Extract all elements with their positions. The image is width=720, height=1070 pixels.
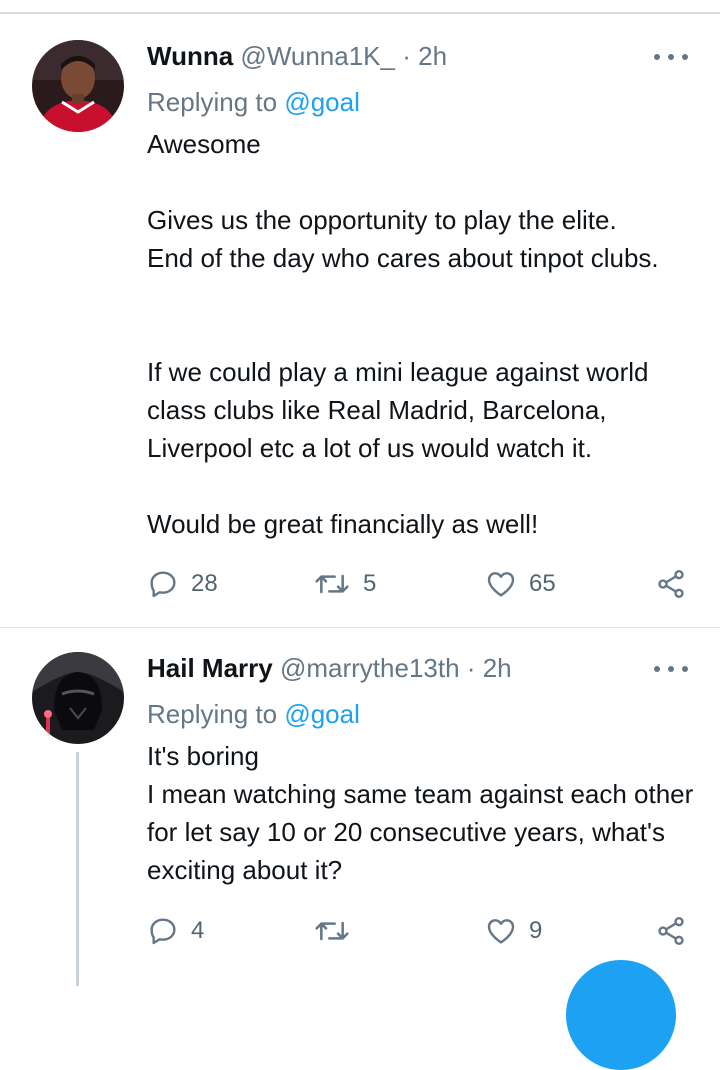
- retweet-button[interactable]: [313, 911, 363, 951]
- display-name[interactable]: Hail Marry: [147, 653, 273, 683]
- heart-icon: [487, 572, 515, 597]
- share-button[interactable]: [655, 911, 687, 951]
- tweet-paragraph: If we could play a mini league against w…: [147, 357, 649, 463]
- tweet-actions: 4 9: [147, 911, 697, 951]
- heart-icon: [487, 919, 515, 944]
- replying-to: Replying to @goal: [147, 697, 360, 731]
- tweet-divider: [0, 627, 720, 628]
- display-name[interactable]: Wunna: [147, 41, 233, 71]
- mention-link[interactable]: @goal: [284, 87, 360, 117]
- more-icon[interactable]: [654, 47, 688, 67]
- tweet-actions: 28 5 65: [147, 564, 697, 604]
- replying-to-label: Replying to: [147, 699, 278, 729]
- more-dot: [668, 666, 674, 672]
- reply-count: 28: [191, 570, 218, 597]
- thread-line: [76, 752, 79, 986]
- mention-link[interactable]: @goal: [284, 699, 360, 729]
- more-dot: [682, 666, 688, 672]
- timestamp[interactable]: 2h: [483, 653, 512, 683]
- more-dot: [654, 666, 660, 672]
- tweet-paragraph: Would be great financially as well!: [147, 509, 539, 539]
- avatar-image: [32, 40, 124, 132]
- replying-to-label: Replying to: [147, 87, 278, 117]
- like-button[interactable]: 9: [485, 911, 542, 951]
- tweet-header: Wunna @Wunna1K_ · 2h: [147, 39, 447, 73]
- replying-to: Replying to @goal: [147, 85, 360, 119]
- retweet-icon: [315, 574, 349, 594]
- retweet-icon: [315, 921, 349, 941]
- more-dot: [668, 54, 674, 60]
- separator-dot: ·: [466, 653, 476, 683]
- share-icon: [658, 917, 684, 945]
- retweet-button[interactable]: 5: [313, 564, 376, 604]
- like-count: 9: [529, 917, 543, 944]
- compose-tweet-button[interactable]: [566, 960, 676, 1070]
- reply-button[interactable]: 28: [147, 564, 218, 604]
- more-dot: [682, 54, 688, 60]
- like-button[interactable]: 65: [485, 564, 556, 604]
- reply-count: 4: [191, 917, 205, 944]
- retweet-count: 5: [363, 570, 377, 597]
- tweet-paragraph: Gives us the opportunity to play the eli…: [147, 205, 659, 273]
- avatar-image: [32, 652, 124, 744]
- more-icon[interactable]: [654, 659, 688, 679]
- avatar[interactable]: [32, 40, 124, 132]
- more-dot: [654, 54, 660, 60]
- timestamp[interactable]: 2h: [418, 41, 447, 71]
- user-handle[interactable]: @marrythe13th: [280, 653, 460, 683]
- tweet-text: Awesome Gives us the opportunity to play…: [147, 125, 707, 543]
- share-icon: [658, 570, 684, 598]
- like-count: 65: [529, 570, 556, 597]
- tweet-paragraph: It's boring I mean watching same team ag…: [147, 741, 694, 885]
- reply-icon: [150, 571, 176, 598]
- user-handle[interactable]: @Wunna1K_: [240, 41, 395, 71]
- reply-icon: [150, 918, 176, 945]
- tweet-paragraph: Awesome: [147, 129, 261, 159]
- top-divider: [0, 12, 720, 14]
- separator-dot: ·: [402, 41, 411, 71]
- reply-button[interactable]: 4: [147, 911, 204, 951]
- tweet-header: Hail Marry @marrythe13th · 2h: [147, 651, 512, 685]
- share-button[interactable]: [655, 564, 687, 604]
- tweet-text: It's boring I mean watching same team ag…: [147, 737, 707, 889]
- avatar[interactable]: [32, 652, 124, 744]
